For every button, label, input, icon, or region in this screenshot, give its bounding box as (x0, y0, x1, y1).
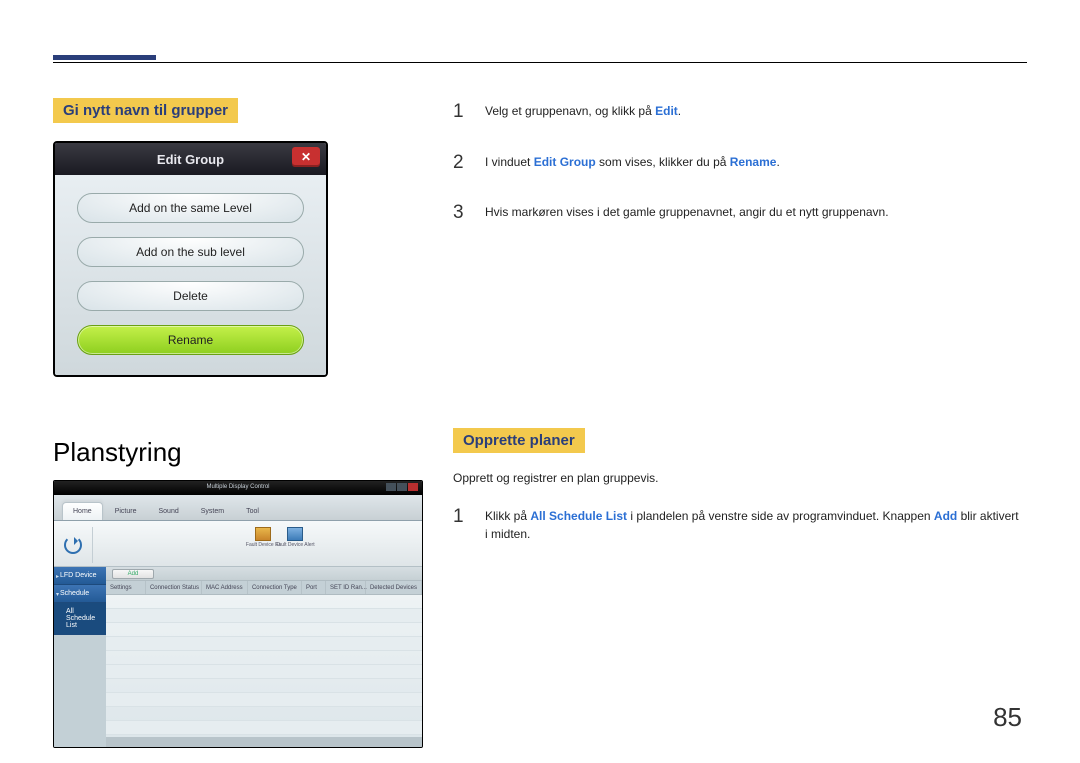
keyword-all-schedule-list: All Schedule List (530, 509, 627, 523)
header-accent (53, 55, 156, 60)
sched-step-1: 1 Klikk på All Schedule List i plandelen… (453, 503, 1023, 543)
edit-group-dialog: Edit Group ✕ Add on the same Level Add o… (53, 141, 328, 377)
heading-rename-groups: Gi nytt navn til grupper (53, 98, 238, 123)
mdc-sidebar: ▸LFD Device ▾Schedule All Schedule List (54, 567, 106, 747)
window-buttons (386, 483, 418, 491)
sidebar-item-label: LFD Device (60, 572, 97, 579)
maximize-icon[interactable] (397, 483, 407, 491)
delete-button[interactable]: Delete (77, 281, 304, 311)
table-header-row: Settings Connection Status MAC Address C… (106, 581, 422, 595)
heading-planstyring: Planstyring (53, 437, 423, 468)
step-1: 1 Velg et gruppenavn, og klikk på Edit. (453, 98, 1023, 127)
dialog-body: Add on the same Level Add on the sub lev… (55, 175, 326, 375)
dialog-title: Edit Group (157, 152, 224, 167)
mdc-titlebar: Multiple Display Control (54, 481, 422, 495)
table-row (106, 693, 422, 707)
table-row (106, 637, 422, 651)
sidebar-item-label: All Schedule List (66, 608, 95, 629)
add-button[interactable]: Add (112, 569, 154, 579)
step-number: 2 (453, 149, 467, 178)
ribbon-left (64, 527, 97, 563)
sidebar-item-schedule[interactable]: ▾Schedule (54, 585, 106, 603)
table-body (106, 595, 422, 737)
ribbon-right: Fault Device ID Fault Device Alert (250, 525, 308, 549)
sidebar-item-lfd[interactable]: ▸LFD Device (54, 567, 106, 585)
table-row (106, 707, 422, 721)
col-connection-status: Connection Status (146, 581, 202, 594)
schedule-steps: 1 Klikk på All Schedule List i plandelen… (453, 503, 1023, 543)
col-mac: MAC Address (202, 581, 248, 594)
step-3: 3 Hvis markøren vises i det gamle gruppe… (453, 199, 1023, 228)
add-sub-level-button[interactable]: Add on the sub level (77, 237, 304, 267)
fault-device-alert-label: Fault Device Alert (275, 543, 314, 548)
header-rule (53, 62, 1027, 63)
table-row (106, 623, 422, 637)
sidebar-item-label: Schedule (60, 590, 89, 597)
table-row (106, 651, 422, 665)
step-number: 3 (453, 199, 467, 228)
tab-picture[interactable]: Picture (105, 503, 147, 520)
fault-device-id-icon[interactable]: Fault Device ID (250, 525, 276, 549)
mdc-main: Add Settings Connection Status MAC Addre… (106, 567, 422, 747)
step-number: 1 (453, 503, 467, 543)
step-text: Klikk på All Schedule List i plandelen p… (485, 503, 1023, 543)
col-settings: Settings (106, 581, 146, 594)
sidebar-item-all-schedule-list[interactable]: All Schedule List (54, 603, 106, 635)
sidebar-empty (54, 635, 106, 747)
step-text: Velg et gruppenavn, og klikk på Edit. (485, 98, 681, 127)
refresh-icon[interactable] (64, 536, 82, 554)
fault-device-alert-icon[interactable]: Fault Device Alert (282, 525, 308, 549)
page-number: 85 (993, 702, 1022, 733)
divider (92, 527, 93, 563)
mdc-status-bar (106, 737, 422, 747)
keyword-edit: Edit (655, 104, 678, 118)
add-same-level-button[interactable]: Add on the same Level (77, 193, 304, 223)
step-number: 1 (453, 98, 467, 127)
keyword-rename: Rename (730, 155, 777, 169)
col-setid: SET ID Ran... (326, 581, 366, 594)
rename-steps: 1 Velg et gruppenavn, og klikk på Edit. … (453, 98, 1023, 228)
close-icon[interactable]: ✕ (292, 147, 320, 167)
table-row (106, 595, 422, 609)
tab-home[interactable]: Home (62, 502, 103, 520)
col-conn-type: Connection Type (248, 581, 302, 594)
step-text: I vinduet Edit Group som vises, klikker … (485, 149, 780, 178)
tab-sound[interactable]: Sound (148, 503, 188, 520)
rename-button[interactable]: Rename (77, 325, 304, 355)
table-row (106, 721, 422, 735)
mdc-window: Multiple Display Control Home Picture So… (53, 480, 423, 748)
mdc-toolbar: Add (106, 567, 422, 581)
mdc-title-text: Multiple Display Control (206, 484, 269, 490)
heading-create-plans: Opprette planer (453, 428, 585, 453)
mdc-tabs: Home Picture Sound System Tool (54, 495, 422, 521)
tab-tool[interactable]: Tool (236, 503, 269, 520)
mdc-ribbon: Fault Device ID Fault Device Alert (54, 521, 422, 567)
table-row (106, 609, 422, 623)
tab-system[interactable]: System (191, 503, 234, 520)
close-window-icon[interactable] (408, 483, 418, 491)
table-row (106, 665, 422, 679)
minimize-icon[interactable] (386, 483, 396, 491)
table-row (106, 679, 422, 693)
step-2: 2 I vinduet Edit Group som vises, klikke… (453, 149, 1023, 178)
dialog-titlebar: Edit Group ✕ (55, 143, 326, 175)
keyword-edit-group: Edit Group (534, 155, 596, 169)
col-detected: Detected Devices (366, 581, 422, 594)
step-text: Hvis markøren vises i det gamle gruppena… (485, 199, 889, 228)
col-port: Port (302, 581, 326, 594)
keyword-add: Add (934, 509, 957, 523)
intro-text: Opprett og registrer en plan gruppevis. (453, 471, 1023, 485)
